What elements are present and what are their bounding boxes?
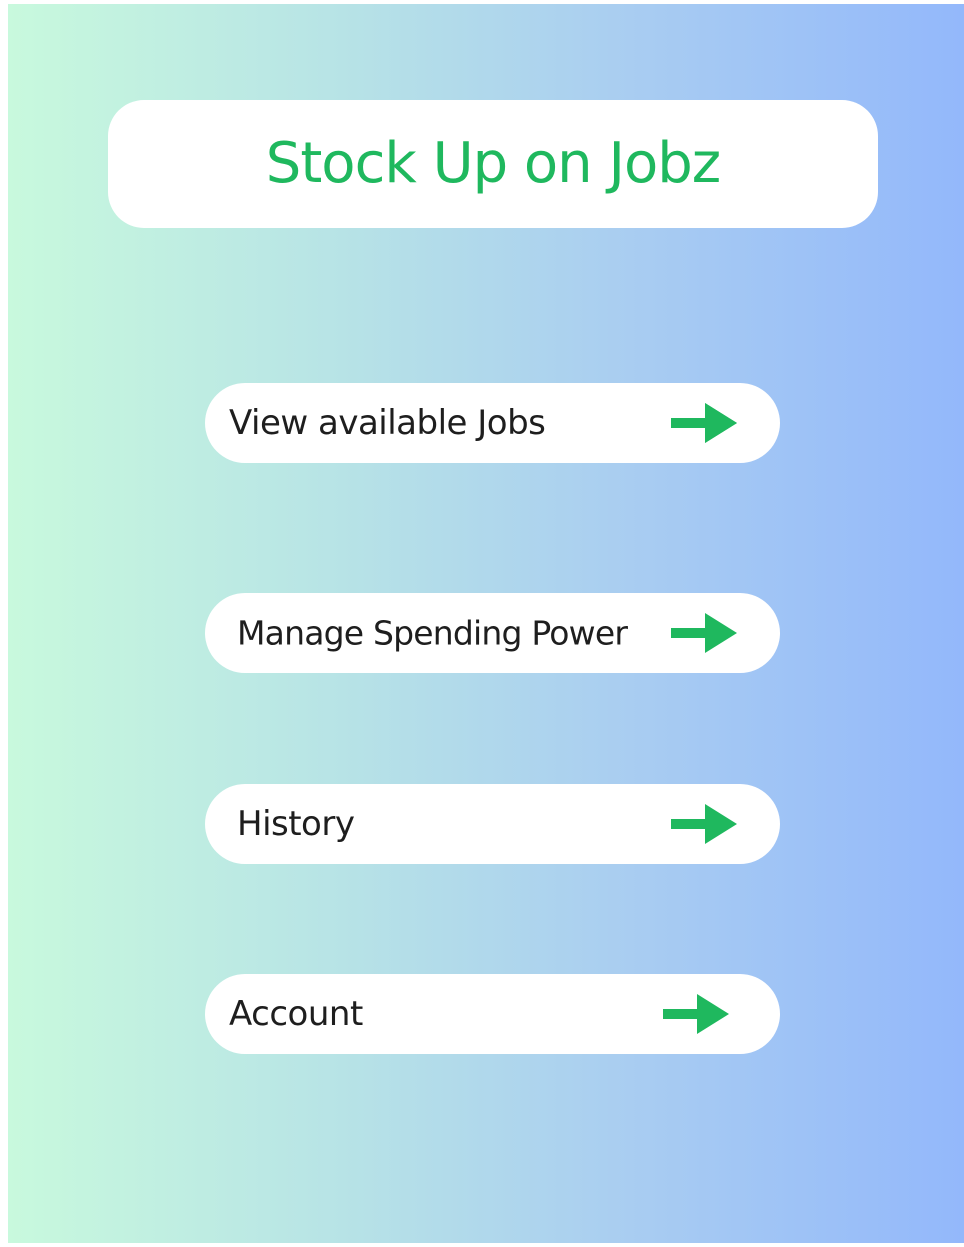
history-label: History	[237, 804, 355, 844]
manage-spending-power-label: Manage Spending Power	[237, 613, 628, 653]
app-screen: Stock Up on Jobz View available Jobs Man…	[8, 4, 964, 1243]
arrow-right-icon	[671, 804, 737, 844]
arrow-right-icon	[663, 994, 729, 1034]
page-title: Stock Up on Jobz	[265, 131, 721, 196]
account-button[interactable]: Account	[205, 974, 780, 1054]
view-available-jobs-label: View available Jobs	[229, 403, 546, 443]
history-button[interactable]: History	[205, 784, 780, 864]
manage-spending-power-button[interactable]: Manage Spending Power	[205, 593, 780, 673]
view-available-jobs-button[interactable]: View available Jobs	[205, 383, 780, 463]
arrow-right-icon	[671, 613, 737, 653]
arrow-right-icon	[671, 403, 737, 443]
account-label: Account	[229, 994, 363, 1034]
title-card: Stock Up on Jobz	[108, 100, 878, 228]
